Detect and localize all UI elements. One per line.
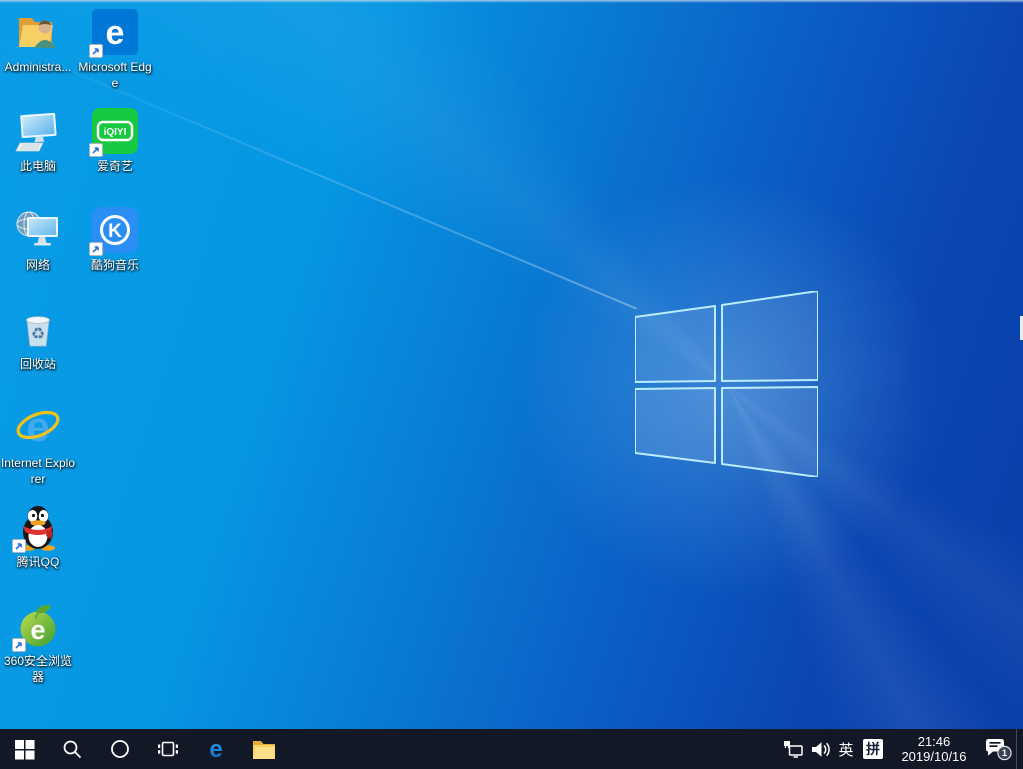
windows-logo bbox=[635, 291, 818, 477]
desktop-icon-label: 腾讯QQ bbox=[16, 555, 60, 569]
windows-desktop-screen: Administra... e Microsoft Edge 此电脑 iQIYI… bbox=[0, 0, 1023, 769]
svg-text:e: e bbox=[209, 736, 222, 762]
desktop-wallpaper[interactable]: Administra... e Microsoft Edge 此电脑 iQIYI… bbox=[0, 0, 1023, 729]
cortana-circle-icon bbox=[111, 740, 129, 758]
windows-start-icon bbox=[14, 739, 34, 759]
network-tray-icon[interactable] bbox=[780, 729, 806, 769]
recycle-bin-icon: ♻ bbox=[14, 305, 62, 353]
volume-tray-icon[interactable] bbox=[806, 729, 834, 769]
svg-text:iQIYI: iQIYI bbox=[104, 127, 127, 138]
tray-time: 21:46 bbox=[917, 734, 951, 749]
system-tray: 英 拼 21:46 2019/10/16 1 bbox=[780, 729, 1023, 769]
tencent-qq-icon bbox=[12, 503, 62, 553]
notification-badge: 1 bbox=[1002, 748, 1007, 758]
shortcut-arrow-badge bbox=[12, 638, 26, 652]
microsoft-edge-icon: e bbox=[209, 736, 222, 762]
desktop-icon-label: 爱奇艺 bbox=[96, 159, 133, 173]
shortcut-arrow-badge bbox=[89, 44, 103, 58]
action-center-icon: 1 bbox=[985, 739, 1012, 761]
task-view-button[interactable] bbox=[144, 729, 192, 769]
microsoft-edge-icon: e bbox=[89, 8, 139, 58]
shortcut-arrow-badge bbox=[89, 242, 103, 256]
task-view-icon bbox=[158, 741, 178, 757]
svg-text:e: e bbox=[106, 14, 125, 52]
iqiyi-icon: iQIYI bbox=[89, 107, 139, 157]
desktop-icon-internet-explorer[interactable]: e Internet Explorer bbox=[0, 404, 76, 487]
internet-explorer-icon: e bbox=[14, 404, 62, 452]
desktop-icon-label: 此电脑 bbox=[19, 159, 56, 173]
desktop-icon-label: 酷狗音乐 bbox=[90, 258, 139, 272]
desktop-icon-this-pc[interactable]: 此电脑 bbox=[0, 107, 76, 174]
file-explorer-icon bbox=[253, 741, 275, 759]
administrator-folder-icon bbox=[14, 8, 62, 56]
this-pc-icon bbox=[14, 107, 62, 155]
360-safe-browser-icon: e bbox=[12, 602, 62, 652]
desktop-icon-kugou[interactable]: K 酷狗音乐 bbox=[77, 206, 153, 273]
ime-language-indicator[interactable]: 英 bbox=[834, 739, 858, 760]
screen-top-edge-highlight bbox=[0, 0, 1023, 3]
shortcut-arrow-badge bbox=[89, 143, 103, 157]
taskbar: e 英 拼 21:46 2019/10/16 1 bbox=[0, 729, 1023, 769]
desktop-icon-network[interactable]: 网络 bbox=[0, 206, 76, 273]
network-icon bbox=[14, 206, 62, 254]
taskbar-file-explorer-button[interactable] bbox=[240, 729, 288, 769]
svg-text:♻: ♻ bbox=[31, 326, 45, 343]
ime-mode-indicator[interactable]: 拼 bbox=[863, 739, 883, 759]
desktop-icon-360-browser[interactable]: e 360安全浏览器 bbox=[0, 602, 76, 685]
desktop-icon-label: 回收站 bbox=[19, 357, 56, 371]
desktop-icon-tencent-qq[interactable]: 腾讯QQ bbox=[0, 503, 76, 570]
taskbar-edge-button[interactable]: e bbox=[192, 729, 240, 769]
desktop-icon-microsoft-edge[interactable]: e Microsoft Edge bbox=[77, 8, 153, 91]
tray-date: 2019/10/16 bbox=[901, 749, 967, 764]
desktop-icon-administrator[interactable]: Administra... bbox=[0, 8, 76, 75]
action-center-button[interactable]: 1 bbox=[980, 729, 1016, 769]
speaker-icon bbox=[811, 741, 830, 757]
cortana-button[interactable] bbox=[96, 729, 144, 769]
desktop-icon-label: Internet Explorer bbox=[0, 456, 76, 486]
svg-text:K: K bbox=[108, 221, 122, 242]
taskbar-clock[interactable]: 21:46 2019/10/16 bbox=[892, 734, 976, 764]
desktop-icon-label: Administra... bbox=[4, 60, 72, 74]
desktop-icon-label: Microsoft Edge bbox=[78, 60, 152, 90]
search-button[interactable] bbox=[48, 729, 96, 769]
start-button[interactable] bbox=[0, 729, 48, 769]
desktop-icon-label: 360安全浏览器 bbox=[3, 654, 73, 684]
desktop-icon-iqiyi[interactable]: iQIYI 爱奇艺 bbox=[77, 107, 153, 174]
desktop-icon-recycle-bin[interactable]: ♻ 回收站 bbox=[0, 305, 76, 372]
svg-text:e: e bbox=[30, 615, 45, 645]
desktop-icon-label: 网络 bbox=[25, 258, 50, 272]
wired-network-icon bbox=[784, 741, 803, 758]
show-desktop-button[interactable] bbox=[1016, 729, 1023, 769]
wallpaper-light-rays bbox=[0, 0, 1023, 729]
search-icon bbox=[63, 740, 82, 759]
shortcut-arrow-badge bbox=[12, 539, 26, 553]
kugou-music-icon: K bbox=[89, 206, 139, 256]
